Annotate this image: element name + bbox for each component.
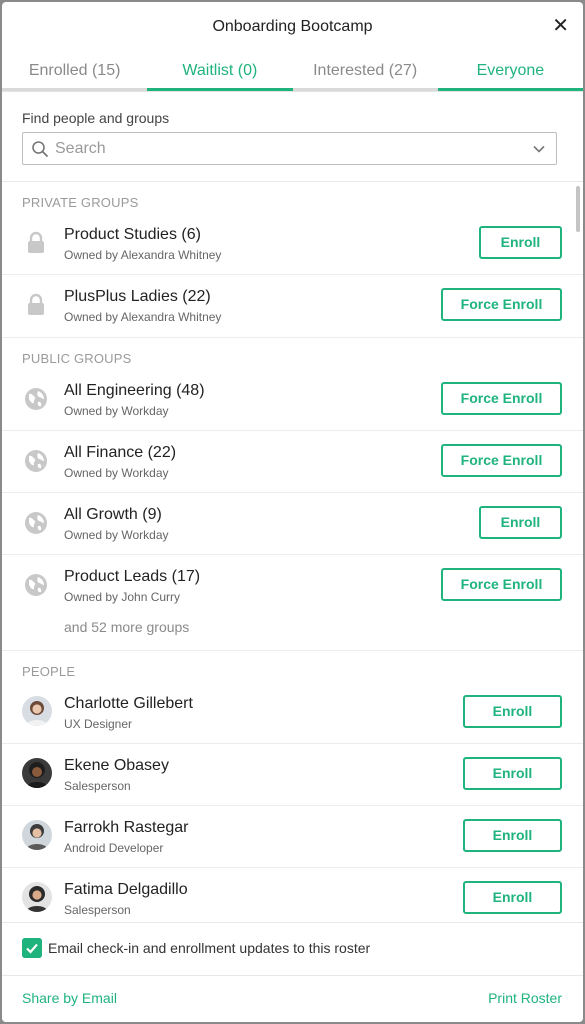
- force-enroll-button[interactable]: Force Enroll: [441, 382, 562, 415]
- more-groups-link[interactable]: and 52 more groups: [2, 617, 583, 651]
- roster-modal: Onboarding Bootcamp ✕ Enrolled (15) Wait…: [2, 2, 583, 1022]
- group-owner: Owned by Workday: [64, 466, 169, 480]
- enroll-button[interactable]: Enroll: [463, 881, 562, 914]
- tab-bar: Enrolled (15) Waitlist (0) Interested (2…: [2, 52, 583, 92]
- group-owner: Owned by John Curry: [64, 590, 181, 604]
- close-icon[interactable]: ✕: [552, 14, 569, 38]
- group-row: Product Studies (6) Owned by Alexandra W…: [2, 213, 583, 275]
- globe-icon: [25, 450, 47, 472]
- group-owner: Owned by Alexandra Whitney: [64, 248, 222, 262]
- enroll-button[interactable]: Enroll: [463, 819, 562, 852]
- group-row: All Finance (22) Owned by Workday Force …: [2, 431, 583, 493]
- lock-icon: [28, 231, 44, 253]
- enroll-button[interactable]: Enroll: [479, 506, 562, 539]
- email-updates-checkbox[interactable]: [22, 938, 42, 958]
- globe-icon: [25, 512, 47, 534]
- avatar: [22, 882, 52, 912]
- tab-everyone[interactable]: Everyone: [437, 52, 583, 91]
- people-label: PEOPLE: [22, 664, 76, 679]
- tab-waitlist[interactable]: Waitlist (0): [147, 52, 293, 91]
- public-groups-label: PUBLIC GROUPS: [22, 351, 132, 366]
- person-name: Fatima Delgadillo: [64, 881, 188, 898]
- group-owner: Owned by Workday: [64, 404, 169, 418]
- enroll-button[interactable]: Enroll: [479, 226, 562, 259]
- person-row: Charlotte Gillebert UX Designer Enroll: [2, 682, 583, 744]
- group-name: All Engineering (48): [64, 382, 205, 399]
- search-icon: [32, 141, 48, 157]
- force-enroll-button[interactable]: Force Enroll: [441, 444, 562, 477]
- person-role: Salesperson: [64, 779, 131, 793]
- group-name: PlusPlus Ladies (22): [64, 288, 211, 305]
- globe-icon: [25, 388, 47, 410]
- modal-header: Onboarding Bootcamp ✕: [2, 2, 583, 52]
- group-name: All Finance (22): [64, 444, 177, 461]
- tab-enrolled[interactable]: Enrolled (15): [2, 52, 148, 91]
- person-role: Salesperson: [64, 903, 131, 917]
- search-box[interactable]: [22, 132, 557, 165]
- force-enroll-button[interactable]: Force Enroll: [441, 288, 562, 321]
- tab-interested[interactable]: Interested (27): [292, 52, 438, 91]
- email-updates-row: Email check-in and enrollment updates to…: [2, 922, 583, 976]
- group-row: PlusPlus Ladies (22) Owned by Alexandra …: [2, 275, 583, 337]
- globe-icon: [25, 574, 47, 596]
- enroll-button[interactable]: Enroll: [463, 757, 562, 790]
- group-name: Product Studies (6): [64, 226, 201, 243]
- group-row: All Growth (9) Owned by Workday Enroll: [2, 493, 583, 555]
- results-list[interactable]: PRIVATE GROUPS Product Studies (6) Owned…: [2, 182, 583, 926]
- avatar: [22, 696, 52, 726]
- person-name: Charlotte Gillebert: [64, 695, 193, 712]
- group-name: All Growth (9): [64, 506, 162, 523]
- group-name: Product Leads (17): [64, 568, 201, 585]
- group-row: Product Leads (17) Owned by John Curry F…: [2, 555, 583, 617]
- person-name: Farrokh Rastegar: [64, 819, 189, 836]
- group-owner: Owned by Workday: [64, 528, 169, 542]
- find-section: Find people and groups: [2, 92, 583, 182]
- person-role: Android Developer: [64, 841, 164, 855]
- lock-icon: [28, 293, 44, 315]
- chevron-down-icon[interactable]: [532, 142, 546, 156]
- person-row: Fatima Delgadillo Salesperson Enroll: [2, 868, 583, 926]
- share-by-email-link[interactable]: Share by Email: [22, 990, 117, 1006]
- person-role: UX Designer: [64, 717, 133, 731]
- email-updates-label: Email check-in and enrollment updates to…: [48, 940, 371, 956]
- force-enroll-button[interactable]: Force Enroll: [441, 568, 562, 601]
- group-owner: Owned by Alexandra Whitney: [64, 310, 222, 324]
- enroll-button[interactable]: Enroll: [463, 695, 562, 728]
- print-roster-link[interactable]: Print Roster: [488, 990, 562, 1006]
- search-input[interactable]: [55, 133, 522, 164]
- modal-title: Onboarding Bootcamp: [212, 18, 373, 35]
- person-name: Ekene Obasey: [64, 757, 169, 774]
- private-groups-label: PRIVATE GROUPS: [22, 195, 139, 210]
- avatar: [22, 758, 52, 788]
- find-label: Find people and groups: [22, 110, 170, 126]
- avatar: [22, 820, 52, 850]
- person-row: Ekene Obasey Salesperson Enroll: [2, 744, 583, 806]
- person-row: Farrokh Rastegar Android Developer Enrol…: [2, 806, 583, 868]
- modal-footer: Share by Email Print Roster: [2, 976, 583, 1022]
- group-row: All Engineering (48) Owned by Workday Fo…: [2, 369, 583, 431]
